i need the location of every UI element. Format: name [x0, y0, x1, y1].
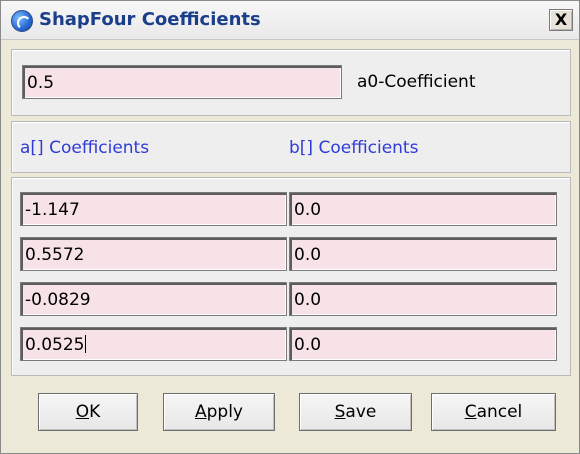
- b-coefficient-input-2[interactable]: 0.0: [289, 237, 557, 271]
- b-coefficient-input-4[interactable]: 0.0: [289, 327, 557, 361]
- coefficients-header-panel: a[] Coefficients b[] Coefficients: [11, 121, 571, 173]
- apply-label-rest: pply: [206, 402, 243, 422]
- b-coefficients-label: b[] Coefficients: [289, 138, 419, 158]
- close-button[interactable]: X: [549, 9, 573, 31]
- a-coefficient-input-2[interactable]: 0.5572: [20, 237, 287, 271]
- a-coefficient-input-1[interactable]: -1.147: [20, 192, 287, 226]
- cancel-mnemonic: C: [464, 402, 477, 422]
- b-coefficient-input-1[interactable]: 0.0: [289, 192, 557, 226]
- save-mnemonic: S: [334, 402, 346, 422]
- a-coefficient-input-4[interactable]: 0.0525: [20, 327, 287, 361]
- apply-button[interactable]: Apply: [163, 393, 275, 431]
- a0-coefficient-input[interactable]: 0.5: [22, 65, 342, 99]
- a0-coefficient-label: a0-Coefficient: [357, 72, 476, 92]
- save-button[interactable]: Save: [299, 393, 412, 431]
- cancel-button[interactable]: Cancel: [431, 393, 556, 431]
- shapfour-coefficients-dialog: ShapFour Coefficients X 0.5 a0-Coefficie…: [0, 0, 580, 454]
- ok-label-rest: K: [89, 402, 101, 422]
- text-caret: [85, 335, 87, 353]
- app-globe-icon: [11, 10, 33, 32]
- coefficients-grid-panel: -1.147 0.0 0.5572 0.0 -0.0829 0.0 0.0525…: [11, 177, 571, 376]
- save-label-rest: ave: [345, 402, 377, 422]
- apply-mnemonic: A: [194, 402, 207, 422]
- window-title: ShapFour Coefficients: [39, 9, 261, 30]
- title-bar[interactable]: ShapFour Coefficients X: [1, 1, 579, 40]
- a-coefficient-value-4: 0.0525: [25, 335, 85, 355]
- b-coefficient-input-3[interactable]: 0.0: [289, 282, 557, 316]
- a-coefficient-input-3[interactable]: -0.0829: [20, 282, 287, 316]
- ok-button[interactable]: OK: [38, 393, 138, 431]
- a-coefficients-label: a[] Coefficients: [20, 138, 150, 158]
- a0-panel: 0.5 a0-Coefficient: [11, 49, 571, 116]
- ok-mnemonic: O: [75, 402, 90, 422]
- cancel-label-rest: ancel: [476, 402, 523, 422]
